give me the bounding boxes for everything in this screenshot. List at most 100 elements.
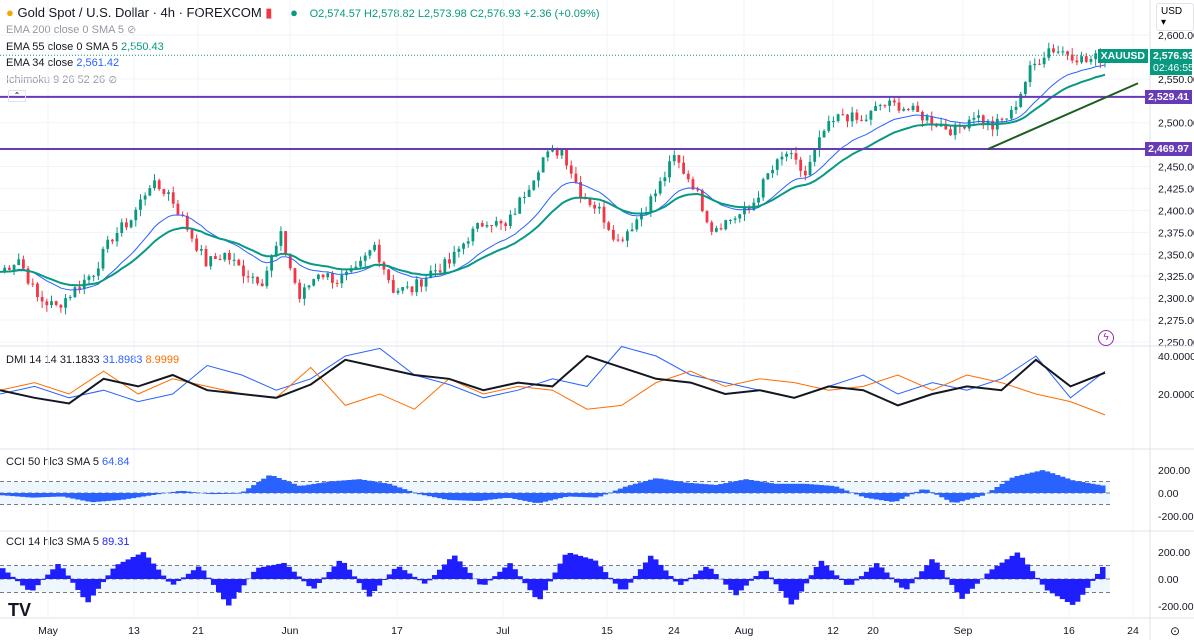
candle-body [1005,118,1009,120]
cci50-bar [75,493,81,500]
candle-body [101,248,105,269]
cci14-bar [341,562,348,579]
cci14-bar [778,579,785,591]
candle-body [621,239,625,241]
candle-body [527,189,531,197]
cci50-bar [145,493,152,496]
candle-body [808,161,812,176]
cci50-bar [934,493,940,495]
cci50-bar [592,493,599,498]
cci14-bar [793,579,800,600]
time-tick: May [38,625,59,637]
cci50-bar [472,493,478,501]
cci14-bar [728,579,734,590]
cci14-bar [823,565,830,579]
cci50-bar [532,493,538,503]
cci14-bar [582,557,589,579]
cci14-bar [442,564,448,579]
cci14-bar [773,579,780,585]
cci50-bar [331,481,338,493]
cci14-bar [497,571,503,579]
candle-body [799,159,803,171]
lightning-icon[interactable]: ϟ [1098,330,1114,346]
candle-body [457,248,461,252]
cci50-bar [959,493,965,502]
candle-body [761,179,765,198]
cci50-bar [1039,470,1046,493]
candle-body [546,151,550,158]
cci50-bar [467,493,473,501]
collapse-legend-button[interactable]: ⌃ [8,90,26,102]
candle-body [705,211,709,223]
chart-canvas[interactable]: May 13 21 Jun 17 Jul 15 24 Aug 12 20 Sep 16 24 2,600.0… [0,0,1194,640]
cci14-bar [5,572,11,579]
candle-body [663,177,667,182]
cci50-bar [969,493,975,499]
cci50-bar [758,481,764,493]
symbol-tag: XAUUSD [1097,49,1148,63]
currency-select[interactable]: USD ▾ [1156,3,1194,31]
cci14-bar [627,579,634,583]
cci14-bar [758,571,764,579]
candle-body [237,259,241,266]
cci50-bar [1094,484,1101,493]
cci14-bar [231,579,237,599]
cci14-bar [401,570,408,579]
cci14-bar [708,568,714,579]
candle-body [743,207,746,215]
cci14-bar [331,566,338,579]
candle-body [270,256,273,271]
cci50-bar [622,486,629,493]
price-tick: 2,250.00 [1158,337,1194,349]
candle-body [209,256,213,267]
candle-body [1056,51,1060,53]
candle-body [326,273,330,278]
cci14-bar [140,552,147,579]
candle-body [12,265,16,270]
cci50-bar [175,491,182,493]
candle-body [176,203,180,215]
cci50-bar [246,488,252,493]
candle-body [1000,118,1004,120]
cci50-bar [115,493,122,501]
candle-body [813,149,817,162]
price-tick: 2,600.00 [1158,30,1194,42]
cci14-bar [813,567,820,579]
cci50-bar [1019,474,1026,493]
cci14-bar [457,561,463,579]
cci14-bar [316,579,322,583]
cci50-bar [924,489,930,493]
cci14-tick: 0.00 [1158,574,1179,586]
cci50-bar [30,493,36,498]
cci50-bar [572,493,579,497]
time-tick: 17 [391,625,403,637]
cci50-bar [457,493,463,501]
candle-body [279,231,283,246]
candle-body [771,169,774,174]
cci50-bar [683,482,689,493]
cci50-bar [652,478,659,493]
cci50-bar [868,493,875,499]
time-tick: 15 [601,625,613,637]
cci50-bar [502,493,508,498]
cci50-bar [657,478,664,493]
cci50-bar [949,493,955,503]
cci50-bar [778,483,785,493]
cci50-bar [748,479,754,493]
cci14-bar [306,579,312,587]
cci50-bar [65,493,71,498]
candle-body [953,125,957,136]
cci14-bar [165,579,172,582]
cci14-bar [884,572,890,579]
cci50-bar [336,480,343,493]
cci50-bar [50,493,56,497]
cci14-bar [572,554,579,579]
candle-body [298,282,302,299]
tradingview-logo[interactable]: TV [8,600,31,621]
cci50-bar [326,481,332,493]
cci14-bar [301,579,307,582]
cci14-bar [195,566,202,579]
candle-body [789,153,793,155]
settings-icon[interactable]: ⊙ [1170,624,1180,638]
cci50-bar [25,493,31,498]
